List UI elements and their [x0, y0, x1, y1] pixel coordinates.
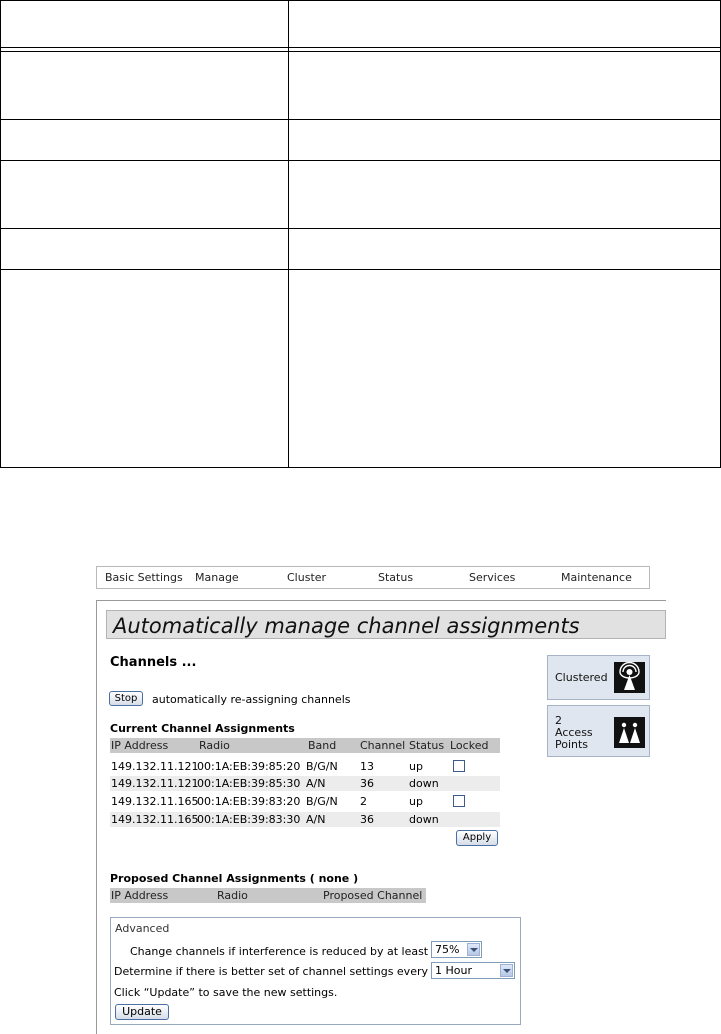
stop-button[interactable]: Stop [109, 691, 143, 706]
proposed-assignments-title: Proposed Channel Assignments ( none ) [110, 872, 359, 885]
interval-select[interactable]: 1 Hour [431, 962, 515, 979]
row-status: up [409, 795, 423, 808]
row-status: down [409, 777, 439, 790]
row-ip: 149.132.11.165 [111, 795, 199, 808]
advanced-label: Advanced [115, 922, 170, 935]
row-channel: 13 [360, 760, 374, 773]
row-radio: 00:1A:EB:39:83:30 [197, 813, 301, 826]
table-row: 149.132.11.121 00:1A:EB:39:85:30 A/N 36 … [110, 776, 500, 791]
row-channel: 36 [360, 777, 374, 790]
apply-button[interactable]: Apply [456, 830, 498, 846]
access-points-icon [614, 717, 645, 748]
row-channel: 2 [360, 795, 367, 808]
main-navbar: Basic Settings Manage Cluster Status Ser… [96, 566, 650, 589]
document-table [0, 0, 721, 468]
cluster-icon [614, 661, 645, 693]
locked-checkbox[interactable] [453, 760, 465, 772]
row-ip: 149.132.11.121 [111, 777, 199, 790]
interference-select[interactable]: 75% [431, 941, 482, 958]
locked-checkbox[interactable] [453, 795, 465, 807]
row-radio: 00:1A:EB:39:85:30 [197, 777, 301, 790]
col-radio: Radio [199, 739, 230, 752]
col-radio: Radio [217, 889, 248, 902]
table-row: 149.132.11.121 00:1A:EB:39:85:20 B/G/N 1… [110, 759, 500, 774]
nav-services[interactable]: Services [469, 571, 515, 584]
interval-value: 1 Hour [435, 964, 472, 977]
col-band: Band [308, 739, 337, 752]
chevron-down-icon [500, 964, 513, 977]
cluster-status-box[interactable]: Clustered [547, 655, 650, 700]
nav-status[interactable]: Status [378, 571, 413, 584]
row-status: down [409, 813, 439, 826]
row-ip: 149.132.11.121 [111, 760, 199, 773]
ap-label-line2: Points [555, 738, 589, 751]
row-band: A/N [306, 777, 326, 790]
row-channel: 36 [360, 813, 374, 826]
update-hint: Click “Update” to save the new settings. [114, 986, 338, 999]
nav-basic-settings[interactable]: Basic Settings [105, 571, 183, 584]
row-band: A/N [306, 813, 326, 826]
col-channel: Channel [360, 739, 406, 752]
section-heading: Channels ... [110, 655, 197, 670]
nav-cluster[interactable]: Cluster [287, 571, 326, 584]
interval-label: Determine if there is better set of chan… [114, 965, 428, 978]
nav-maintenance[interactable]: Maintenance [561, 571, 632, 584]
row-ip: 149.132.11.165 [111, 813, 199, 826]
access-points-box[interactable]: 2 Access Points [547, 705, 650, 757]
col-ip-address: IP Address [111, 739, 169, 752]
page-title: Automatically manage channel assignments [113, 614, 580, 638]
clustered-label: Clustered [555, 671, 608, 684]
row-band: B/G/N [306, 760, 338, 773]
row-radio: 00:1A:EB:39:85:20 [197, 760, 301, 773]
table-row: 149.132.11.165 00:1A:EB:39:83:30 A/N 36 … [110, 812, 500, 827]
col-ip-address: IP Address [111, 889, 169, 902]
interference-value: 75% [435, 943, 460, 956]
current-assignments-title: Current Channel Assignments [110, 722, 295, 735]
chevron-down-icon [467, 943, 480, 956]
row-status: up [409, 760, 423, 773]
nav-manage[interactable]: Manage [195, 571, 239, 584]
col-status: Status [409, 739, 445, 752]
current-assignments-header: IP Address Radio Band Channel Status Loc… [110, 738, 500, 753]
col-locked: Locked [450, 739, 489, 752]
stop-description: automatically re-assigning channels [152, 693, 351, 706]
table-row: 149.132.11.165 00:1A:EB:39:83:20 B/G/N 2… [110, 794, 500, 809]
col-proposed-channel: Proposed Channel [323, 889, 423, 902]
row-band: B/G/N [306, 795, 338, 808]
row-radio: 00:1A:EB:39:83:20 [197, 795, 301, 808]
title-bar: Automatically manage channel assignments [106, 610, 666, 639]
interference-label: Change channels if interference is reduc… [130, 945, 429, 958]
proposed-assignments-header: IP Address Radio Proposed Channel [110, 888, 426, 903]
update-button[interactable]: Update [115, 1004, 169, 1020]
